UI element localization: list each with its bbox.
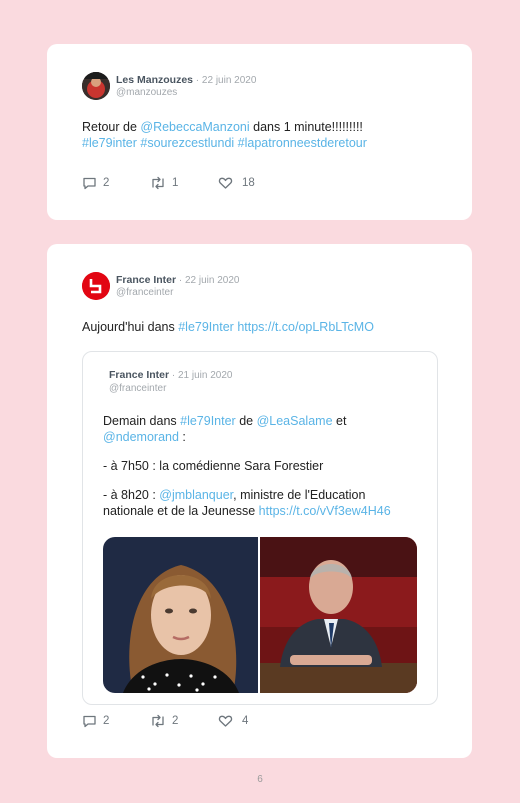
tweet-text: Aujourd'hui dans #le79Inter https://t.co… [82,319,442,335]
like-icon [218,177,233,189]
tweet-actions: 2 2 4 [82,714,248,728]
text-segment: , ministre de l'Education [233,488,366,502]
text-line: - à 7h50 : la comédienne Sara Forestier [103,459,324,473]
author-line: Les Manzouzes · 22 juin 2020 [116,74,256,86]
quoted-tweet[interactable]: France Inter · 21 juin 2020 @franceinter… [82,351,438,705]
mention-link[interactable]: @RebeccaManzoni [140,120,249,134]
portrait-photo-right [260,537,417,693]
tweet-card-manzouzes: Les Manzouzes · 22 juin 2020 @manzouzes … [47,44,472,220]
tweet-card-france-inter: France Inter · 22 juin 2020 @franceinter… [47,244,472,758]
reply-count: 2 [103,715,110,727]
text-segment: et [332,414,347,428]
tweet-text: Retour de @RebeccaManzoni dans 1 minute!… [82,119,442,151]
mention-link[interactable]: @ndemorand [103,430,179,444]
like-button[interactable]: 4 [218,714,248,728]
retweet-icon [152,176,164,190]
reply-button[interactable]: 2 [82,714,150,728]
retweet-icon [152,714,164,728]
text-segment: Aujourd'hui dans [82,320,179,334]
author-handle[interactable]: @franceinter [116,287,173,298]
url-link[interactable]: https://t.co/opLRbLTcMO [237,320,374,334]
retweet-button[interactable]: 1 [150,176,218,190]
tweet-date: · 22 juin 2020 [193,75,257,86]
like-icon [218,715,233,727]
avatar-france-inter[interactable] [82,272,110,300]
hashtag-link[interactable]: #le79Inter [180,414,236,428]
mention-link[interactable]: @LeaSalame [257,414,333,428]
tweet-actions: 2 1 18 [82,176,255,190]
reply-icon [83,177,96,190]
author-name[interactable]: Les Manzouzes [116,74,193,86]
text-segment: Retour de [82,120,141,134]
hashtag-link[interactable]: #le79Inter [178,320,234,334]
france-inter-logo [82,272,110,300]
text-segment: dans 1 minute!!!!!!!!! [249,120,363,134]
avatar-image [82,72,110,100]
text-segment: de [235,414,257,428]
quoted-author-handle[interactable]: @franceinter [109,383,166,394]
url-link[interactable]: https://t.co/vVf3ew4H46 [259,504,391,518]
photo-jm-blanquer[interactable] [260,537,417,693]
quoted-tweet-text: Demain dans #le79Inter de @LeaSalame et … [103,413,423,519]
text-segment: - à 8h20 : [103,488,160,502]
hashtag-links[interactable]: #le79inter #sourezcestlundi #lapatronnee… [82,136,367,150]
like-count: 4 [242,715,249,727]
text-segment: Demain dans [103,414,181,428]
mention-link[interactable]: @jmblanquer [159,488,233,502]
reply-icon [83,715,96,728]
quoted-media[interactable] [103,537,417,693]
reply-button[interactable]: 2 [82,176,150,190]
author-line: France Inter · 22 juin 2020 [116,274,240,286]
quoted-author-name[interactable]: France Inter [109,369,169,381]
reply-count: 2 [103,177,110,189]
text-segment: nationale et de la Jeunesse [103,504,259,518]
page-number: 6 [257,774,263,785]
like-count: 18 [242,177,255,189]
tweet-date: · 22 juin 2020 [176,275,240,286]
like-button[interactable]: 18 [218,176,255,190]
avatar-manzouzes[interactable] [82,72,110,100]
text-segment: : [178,430,186,444]
quoted-author-line: France Inter · 21 juin 2020 [109,369,233,381]
quoted-tweet-date: · 21 juin 2020 [169,370,233,381]
portrait-photo-left [103,537,258,693]
retweet-count: 2 [172,715,179,727]
photo-sara-forestier[interactable] [103,537,258,693]
retweet-button[interactable]: 2 [150,714,218,728]
retweet-count: 1 [172,177,179,189]
author-handle[interactable]: @manzouzes [116,87,177,98]
author-name[interactable]: France Inter [116,274,176,286]
